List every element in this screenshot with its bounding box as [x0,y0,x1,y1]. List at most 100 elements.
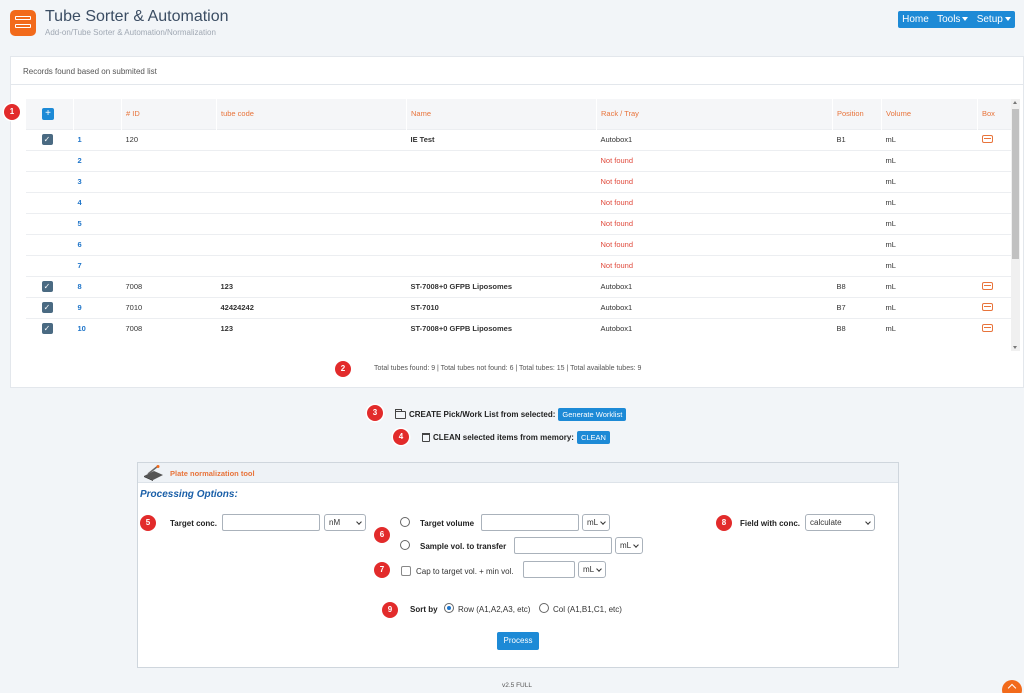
col-box[interactable]: Box [977,99,1011,129]
target-conc-unit-select[interactable]: nM [324,514,366,531]
row-select-cell[interactable] [25,191,74,213]
target-volume-input[interactable] [481,514,579,531]
row-position [832,170,882,192]
target-volume-radio[interactable] [400,517,410,527]
process-button[interactable]: Process [497,632,539,650]
box-icon[interactable] [981,281,993,290]
sort-col-radio[interactable] [539,603,549,613]
table-row[interactable]: 2 Not found mL [25,149,1011,171]
row-select-cell[interactable] [25,233,74,255]
chevron-down-icon [633,542,639,548]
target-volume-label: Target volume [420,519,475,528]
scroll-to-top-button[interactable] [1002,680,1022,693]
scroll-up-icon[interactable] [1013,101,1017,104]
row-position [832,149,882,171]
callout-badge: 9 [382,602,398,618]
row-name [406,233,597,255]
cap-volume-unit-select[interactable]: mL [578,561,606,578]
scroll-down-icon[interactable] [1013,346,1017,349]
col-tube-code[interactable]: tube code [216,99,407,129]
callout-badge: 2 [335,361,351,377]
generate-worklist-button[interactable]: Generate Worklist [558,408,627,421]
col-position[interactable]: Position [832,99,882,129]
table-row[interactable]: ✓ 9 7010 42424242 ST-7010 Autobox1 B7 mL [25,296,1011,318]
row-volume: mL [881,128,978,150]
row-select-cell[interactable] [25,170,74,192]
row-select-cell[interactable]: ✓ [25,317,74,339]
row-rack-tray: Not found [596,149,833,171]
cap-volume-unit: mL [583,565,595,574]
row-number[interactable]: 2 [73,149,122,171]
breadcrumb: Add-on/Tube Sorter & Automation/Normaliz… [45,28,216,37]
col-name[interactable]: Name [406,99,597,129]
row-number[interactable]: 3 [73,170,122,192]
row-box-cell [977,170,1011,192]
row-select-cell[interactable]: ✓ [25,296,74,318]
col-rack-tray[interactable]: Rack / Tray [596,99,833,129]
row-number[interactable]: 5 [73,212,122,234]
checkbox-checked-icon[interactable]: ✓ [41,323,53,335]
box-icon[interactable] [981,323,993,332]
box-icon[interactable] [981,134,993,143]
table-scrollbar[interactable] [1011,99,1020,351]
table-row[interactable]: 4 Not found mL [25,191,1011,213]
field-conc-select[interactable]: calculate [805,514,875,531]
table-row[interactable]: 6 Not found mL [25,233,1011,255]
row-number[interactable]: 4 [73,191,122,213]
nav-setup[interactable]: Setup [977,14,1011,25]
clean-memory-label: CLEAN selected items from memory: [433,433,574,442]
table-row[interactable]: 7 Not found mL [25,254,1011,276]
sample-vol-radio[interactable] [400,540,410,550]
row-rack-tray: Not found [596,212,833,234]
row-number[interactable]: 10 [73,317,122,339]
table-row[interactable]: ✓ 1 120 IE Test Autobox1 B1 mL [25,128,1011,150]
row-select-cell[interactable]: ✓ [25,128,74,150]
row-select-cell[interactable]: ✓ [25,275,74,297]
row-select-cell[interactable] [25,254,74,276]
chevron-down-icon [356,519,362,525]
row-number[interactable]: 9 [73,296,122,318]
row-tube-code [216,170,407,192]
nav-home[interactable]: Home [902,14,929,25]
clean-button[interactable]: CLEAN [576,431,610,444]
sample-vol-input[interactable] [514,537,612,554]
col-volume[interactable]: Volume [881,99,978,129]
sample-vol-unit-select[interactable]: mL [615,537,643,554]
nav-tools-label: Tools [937,14,961,25]
row-number[interactable]: 6 [73,233,122,255]
cap-volume-checkbox[interactable] [401,566,411,576]
cap-volume-input[interactable] [523,561,575,578]
checkbox-checked-icon[interactable]: ✓ [41,281,53,292]
row-volume: mL [881,149,978,171]
table-row[interactable]: ✓ 10 7008 123 ST-7008+0 GFPB Liposomes Autobo… [25,317,1011,339]
row-volume: mL [881,233,978,255]
row-number[interactable]: 8 [73,275,122,297]
row-select-cell[interactable] [25,212,74,234]
box-icon[interactable] [981,302,993,311]
row-number[interactable]: 7 [73,254,122,276]
checkbox-checked-icon[interactable]: ✓ [41,302,53,313]
row-select-cell[interactable] [25,149,74,171]
row-number[interactable]: 1 [73,128,122,150]
row-position: B8 [832,275,882,297]
col-id[interactable]: # ID [121,99,217,129]
checkbox-checked-icon[interactable]: ✓ [41,134,53,145]
row-box-cell [977,254,1011,276]
row-id [121,170,217,192]
add-button[interactable]: + [42,107,54,120]
row-tube-code [216,212,407,234]
table-row[interactable]: 5 Not found mL [25,212,1011,234]
target-volume-unit-select[interactable]: mL [582,514,610,531]
table-row[interactable]: 3 Not found mL [25,170,1011,192]
scrollbar-thumb[interactable] [1012,109,1019,259]
row-position: B8 [832,317,882,339]
target-conc-input[interactable] [222,514,320,531]
callout-badge: 3 [367,405,383,421]
nav-tools[interactable]: Tools [937,14,969,25]
table-row[interactable]: ✓ 8 7008 123 ST-7008+0 GFPB Liposomes Autobox… [25,275,1011,297]
records-heading: Records found based on submited list [11,57,1023,85]
sort-row-radio[interactable] [444,603,454,613]
row-position [832,191,882,213]
field-conc-label: Field with conc. [740,519,801,528]
row-id [121,233,217,255]
